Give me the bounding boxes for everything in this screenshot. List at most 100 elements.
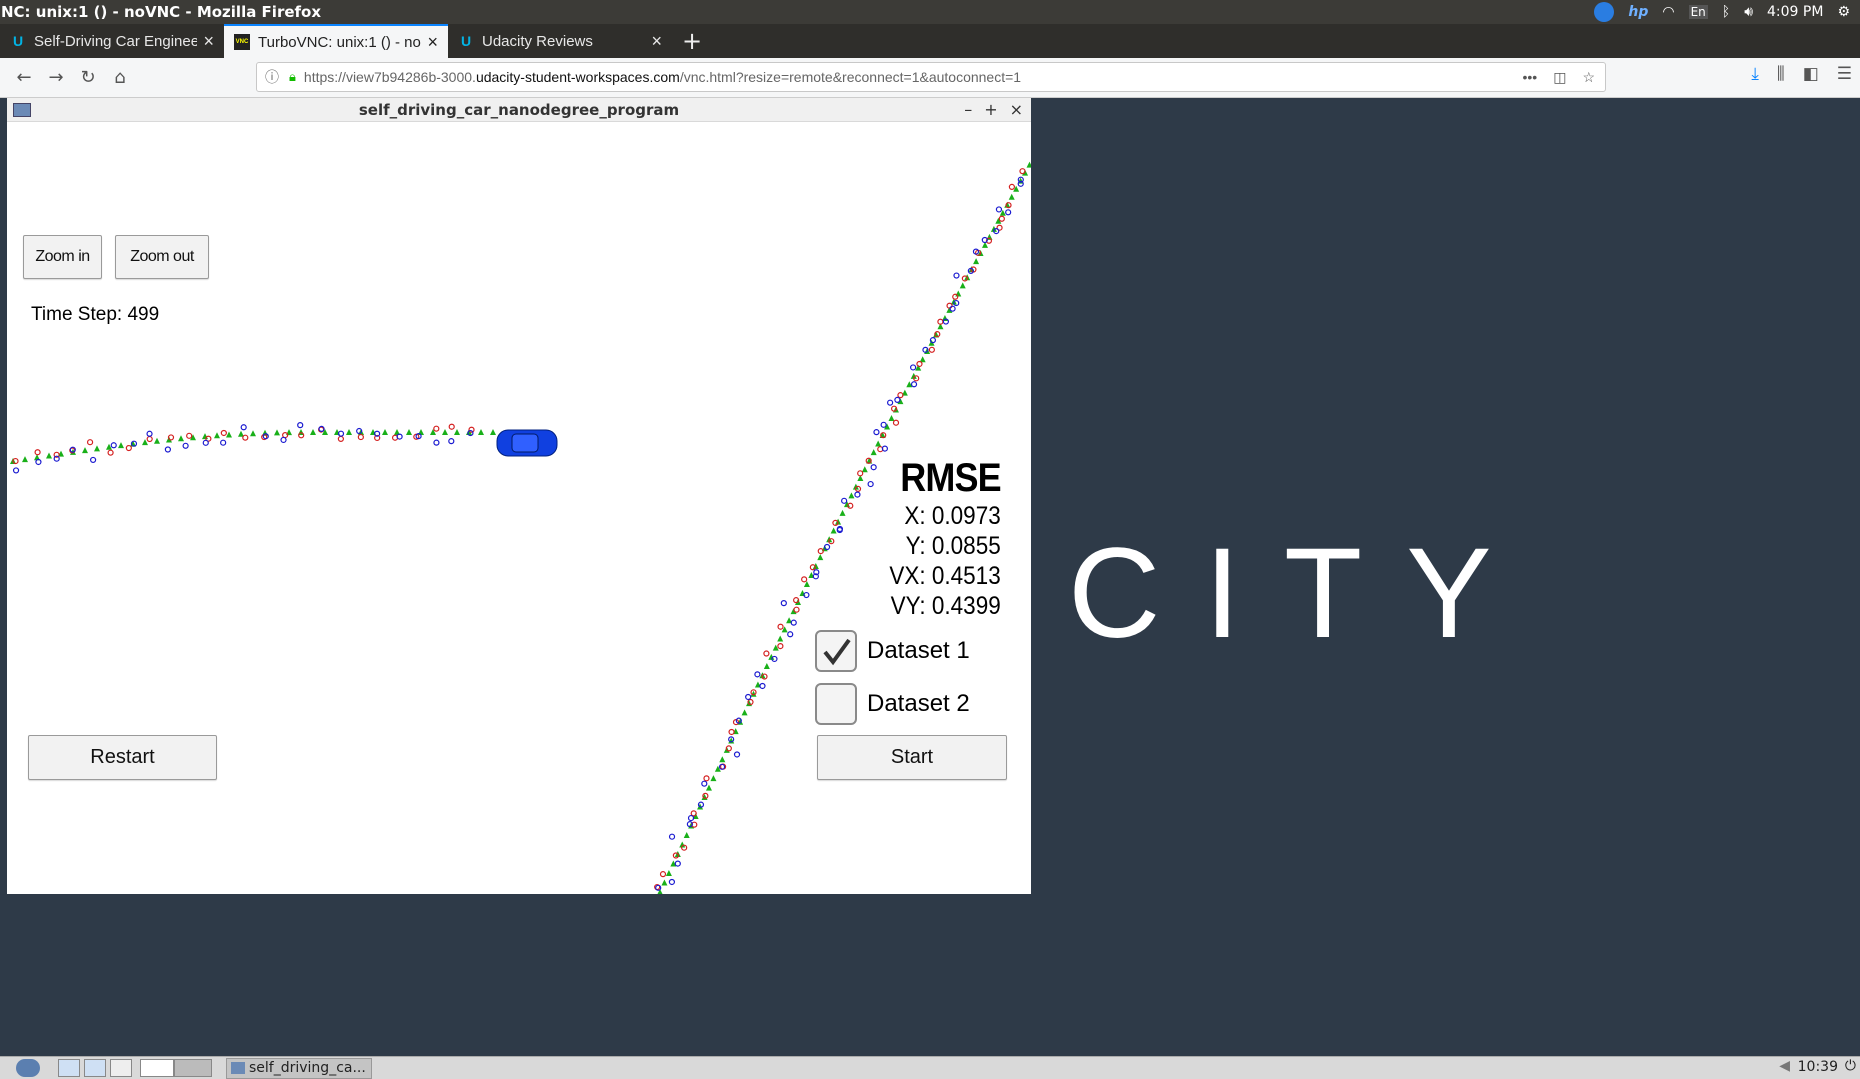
lidar-marker [34, 449, 41, 456]
file-manager-icon[interactable] [58, 1059, 80, 1077]
radar-marker [1005, 209, 1012, 216]
estimate-marker [848, 492, 855, 499]
download-icon[interactable]: ⤓ [1751, 64, 1759, 84]
radar-marker [995, 206, 1003, 213]
lidar-marker [1008, 183, 1015, 190]
settings-icon[interactable] [84, 1059, 106, 1077]
tab-close-icon[interactable]: × [203, 31, 214, 52]
sidebar-icon[interactable]: ◧ [1803, 64, 1819, 84]
lock-icon[interactable]: 🔒︎ [289, 69, 296, 85]
home-icon[interactable]: ⌂ [104, 62, 136, 94]
lidar-marker [242, 434, 249, 441]
udacity-favicon-icon: U [12, 33, 24, 49]
lidar-marker [892, 419, 900, 426]
checkmark-icon [823, 638, 851, 666]
radar-marker [668, 833, 676, 840]
radar-marker [929, 337, 937, 344]
taskbar-volume-icon[interactable]: ◀ [1779, 1058, 1790, 1074]
simulator-window: self_driving_car_nanodegree_program – + … [7, 98, 1031, 894]
estimate-marker [406, 429, 412, 435]
zoom-in-button[interactable]: Zoom in [23, 235, 102, 279]
volume-icon[interactable]: 🔊︎ [1744, 4, 1753, 20]
dataset1-label[interactable]: Dataset 1 [867, 637, 970, 665]
radar-marker [202, 439, 209, 446]
estimate-marker [746, 700, 753, 707]
estimate-marker [1026, 161, 1031, 168]
lidar-marker [659, 871, 667, 878]
lidar-marker [952, 293, 959, 300]
time-step-label: Time Step: 499 [31, 304, 160, 325]
tab-label: Self-Driving Car Enginee [34, 32, 198, 50]
accessibility-icon[interactable] [1594, 2, 1615, 22]
reload-icon[interactable]: ↻ [72, 62, 104, 94]
minimize-icon[interactable]: – [964, 100, 972, 119]
bluetooth-icon[interactable]: ᛒ [1722, 4, 1730, 20]
lidar-marker [728, 728, 735, 736]
tab-close-icon[interactable]: × [651, 31, 662, 52]
restart-button[interactable]: Restart [28, 735, 217, 780]
radar-marker [433, 439, 440, 446]
radar-marker [887, 399, 894, 406]
start-menu-icon[interactable] [16, 1059, 40, 1077]
radar-marker [745, 693, 752, 701]
estimate-marker [82, 447, 88, 454]
tab-close-icon[interactable]: × [427, 32, 438, 53]
estimate-marker [478, 429, 484, 435]
radar-marker [894, 396, 901, 403]
dataset2-label[interactable]: Dataset 2 [867, 690, 970, 718]
maximize-icon[interactable]: + [984, 100, 997, 119]
hp-icon[interactable]: hp [1628, 4, 1648, 20]
pocket-icon[interactable]: ◫ [1553, 69, 1566, 86]
estimate-marker [214, 432, 220, 439]
lidar-marker [125, 444, 132, 452]
system-clock[interactable]: 4:09 PM [1767, 4, 1823, 20]
wifi-icon[interactable]: ◠ [1662, 4, 1674, 20]
bookmark-star-icon[interactable]: ☆ [1582, 69, 1595, 86]
dataset2-checkbox[interactable] [815, 683, 857, 725]
radar-marker [790, 619, 797, 626]
url-path: /vnc.html?resize=remote&reconnect=1&auto… [679, 69, 1022, 85]
info-icon[interactable]: ⓘ [265, 67, 279, 87]
keyboard-lang-indicator[interactable]: En [1688, 5, 1708, 19]
estimate-marker [830, 527, 837, 534]
desktop-1-icon[interactable] [140, 1059, 174, 1077]
menu-icon[interactable]: ☰ [1837, 64, 1852, 84]
lidar-marker [801, 576, 808, 583]
library-icon[interactable]: ⫼ [1777, 64, 1785, 84]
window-icon[interactable] [110, 1059, 132, 1077]
new-tab-button[interactable]: + [672, 24, 712, 58]
radar-marker [701, 780, 708, 787]
lidar-marker [928, 346, 935, 353]
lidar-marker [107, 449, 114, 456]
window-menu-icon[interactable] [13, 103, 31, 117]
tab-udacity-reviews[interactable]: U Udacity Reviews × [448, 24, 672, 58]
radar-marker [280, 436, 287, 444]
tab-self-driving[interactable]: U Self-Driving Car Enginee × [0, 24, 224, 58]
back-arrow-icon[interactable]: ← [8, 62, 40, 94]
lidar-marker [86, 439, 94, 446]
system-tray: hp ◠ En ᛒ 🔊︎ 4:09 PM ⚙ [1594, 0, 1850, 24]
lidar-marker [146, 435, 153, 443]
tab-turbovnc[interactable]: VNC TurboVNC: unix:1 () - no × [224, 24, 448, 58]
estimate-marker [250, 430, 256, 437]
url-bar[interactable]: ⓘ 🔒︎ https://view7b94286b-3000. udacity-s… [256, 62, 1606, 92]
desktop-2-icon[interactable] [174, 1059, 212, 1077]
estimate-marker [973, 258, 980, 265]
zoom-out-button[interactable]: Zoom out [115, 235, 209, 279]
estimate-marker [310, 429, 316, 435]
radar-marker [674, 860, 681, 867]
dataset1-checkbox[interactable] [815, 630, 857, 672]
radar-marker [448, 438, 455, 445]
settings-gear-icon[interactable]: ⚙ [1837, 4, 1850, 20]
system-top-bar: NC: unix:1 () - noVNC - Mozilla Firefox … [0, 0, 1860, 24]
forward-arrow-icon[interactable]: → [40, 62, 72, 94]
power-icon[interactable]: ⏻ [1845, 1058, 1856, 1074]
tab-label: TurboVNC: unix:1 () - no [258, 33, 421, 51]
start-button[interactable]: Start [817, 735, 1007, 780]
page-actions-icon[interactable]: ••• [1522, 69, 1537, 86]
simulator-titlebar[interactable]: self_driving_car_nanodegree_program – + … [7, 98, 1031, 122]
taskbar-window-button[interactable]: self_driving_ca... [226, 1057, 372, 1079]
close-icon[interactable]: × [1010, 100, 1023, 119]
udacity-favicon-icon: U [460, 33, 472, 49]
estimate-marker [817, 554, 824, 561]
